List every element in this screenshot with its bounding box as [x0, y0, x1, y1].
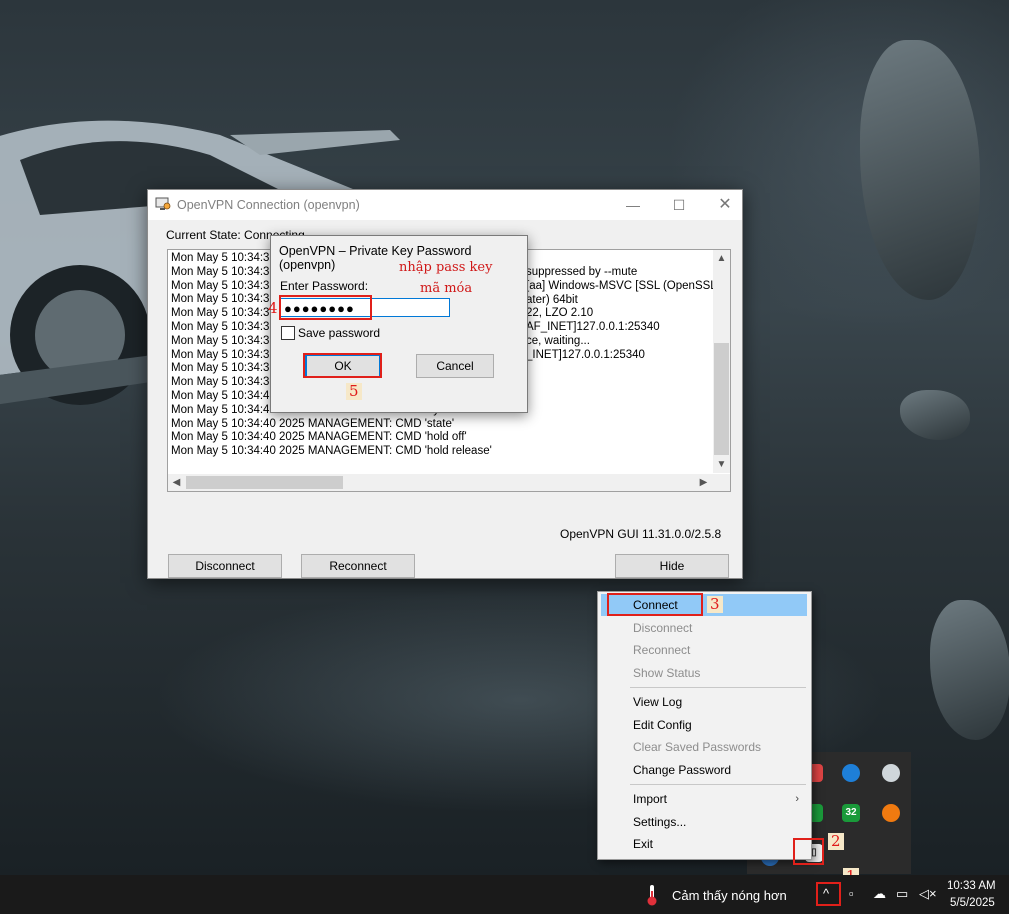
cloud-icon[interactable]: ☁	[873, 886, 886, 902]
app-tray-icon[interactable]	[882, 764, 900, 782]
thermometer-icon[interactable]	[644, 883, 660, 907]
menu-separator	[630, 784, 806, 785]
step-number: 5	[346, 383, 362, 400]
menu-item-label: Import	[633, 792, 668, 806]
highlight-box-password	[279, 295, 372, 320]
weather-text[interactable]: Cảm thấy nóng hơn	[672, 888, 787, 903]
annotation-note: nhập pass key	[399, 260, 493, 275]
scrollbar-corner	[713, 474, 730, 491]
speaker-muted-icon[interactable]: ◁×	[919, 886, 937, 902]
version-label: OpenVPN GUI 11.31.0.0/2.5.8	[560, 527, 722, 541]
menu-item-disconnect[interactable]: Disconnect	[601, 617, 807, 639]
openvpn-tray-menu: Connect Disconnect Reconnect Show Status…	[597, 591, 812, 860]
log-line: [aa] Windows-MSVC [SSL (OpenSSL	[526, 279, 717, 292]
camera-icon[interactable]: ▫	[849, 886, 854, 901]
log-horizontal-scrollbar[interactable]: ◀ ▶	[168, 474, 713, 491]
menu-item-clear-saved-passwords[interactable]: Clear Saved Passwords	[601, 736, 807, 758]
log-line: Mon May 5 10:34:40 2025 MANAGEMENT: CMD …	[171, 431, 467, 444]
chevron-up-icon[interactable]: ^	[823, 886, 829, 901]
log-line: AF_INET]127.0.0.1:25340	[526, 321, 660, 334]
log-vertical-scrollbar[interactable]: ▲ ▼	[713, 250, 730, 473]
save-password-checkbox[interactable]	[281, 326, 295, 340]
log-line: 22, LZO 2.10	[526, 307, 594, 320]
log-line: Mon May 5 10:34:40 2025 MANAGEMENT: CMD …	[171, 417, 455, 430]
annotation-note: mã móa	[420, 281, 473, 296]
step-number: 4	[268, 299, 278, 317]
scroll-left-arrow-icon[interactable]: ◀	[168, 474, 185, 491]
log-line: ater) 64bit	[526, 293, 578, 306]
app-tray-icon[interactable]	[842, 764, 860, 782]
app-tray-icon[interactable]	[882, 804, 900, 822]
step-number: 2	[828, 833, 844, 850]
scroll-right-arrow-icon[interactable]: ▶	[695, 474, 712, 491]
highlight-box-connect	[607, 593, 703, 616]
taskbar: Cảm thấy nóng hơn ^ ▫ ☁ ▭ ◁× 10:33 AM 5/…	[0, 875, 1009, 914]
menu-item-settings[interactable]: Settings...	[601, 811, 807, 833]
scroll-down-arrow-icon[interactable]: ▼	[713, 456, 730, 473]
menu-item-edit-config[interactable]: Edit Config	[601, 714, 807, 736]
openvpn-monitor-icon	[155, 197, 171, 210]
log-line: ce, waiting...	[526, 334, 590, 347]
menu-item-reconnect[interactable]: Reconnect	[601, 639, 807, 661]
close-button[interactable]: ✕	[702, 190, 748, 220]
clock-time[interactable]: 10:33 AM	[947, 880, 996, 892]
highlight-box-ok	[303, 353, 382, 378]
password-label: Enter Password:	[280, 279, 369, 293]
disconnect-button[interactable]: Disconnect	[168, 554, 282, 578]
highlight-box-openvpn-icon	[793, 838, 824, 865]
menu-item-import[interactable]: Import ›	[601, 788, 807, 810]
clock-date[interactable]: 5/5/2025	[950, 897, 995, 909]
log-lines-right: suppressed by --mute [aa] Windows-MSVC […	[526, 266, 717, 363]
network-icon[interactable]: ▭	[896, 886, 908, 902]
hide-button[interactable]: Hide	[615, 554, 729, 578]
scrollbar-thumb[interactable]	[714, 343, 729, 455]
maximize-button[interactable]: ☐	[656, 190, 702, 220]
log-line: suppressed by --mute	[526, 266, 638, 278]
menu-separator	[630, 687, 806, 688]
minimize-button[interactable]: —	[610, 190, 656, 220]
menu-item-exit[interactable]: Exit	[601, 833, 807, 855]
window-titlebar[interactable]: OpenVPN Connection (openvpn) — ☐ ✕	[148, 190, 742, 220]
log-line: _INET]127.0.0.1:25340	[526, 348, 645, 361]
chevron-right-icon: ›	[795, 793, 799, 805]
scroll-up-arrow-icon[interactable]: ▲	[713, 250, 730, 267]
step-number: 3	[707, 596, 723, 613]
log-line: Mon May 5 10:34:40 2025 MANAGEMENT: CMD …	[171, 445, 492, 458]
window-title: OpenVPN Connection (openvpn)	[177, 198, 360, 212]
menu-item-show-status[interactable]: Show Status	[601, 662, 807, 684]
save-password-label: Save password	[298, 326, 381, 340]
reconnect-button[interactable]: Reconnect	[301, 554, 415, 578]
counter-tray-icon[interactable]: 32	[842, 804, 860, 822]
menu-item-view-log[interactable]: View Log	[601, 691, 807, 713]
menu-item-change-password[interactable]: Change Password	[601, 759, 807, 781]
cancel-button[interactable]: Cancel	[416, 354, 494, 378]
scrollbar-thumb[interactable]	[186, 476, 343, 489]
